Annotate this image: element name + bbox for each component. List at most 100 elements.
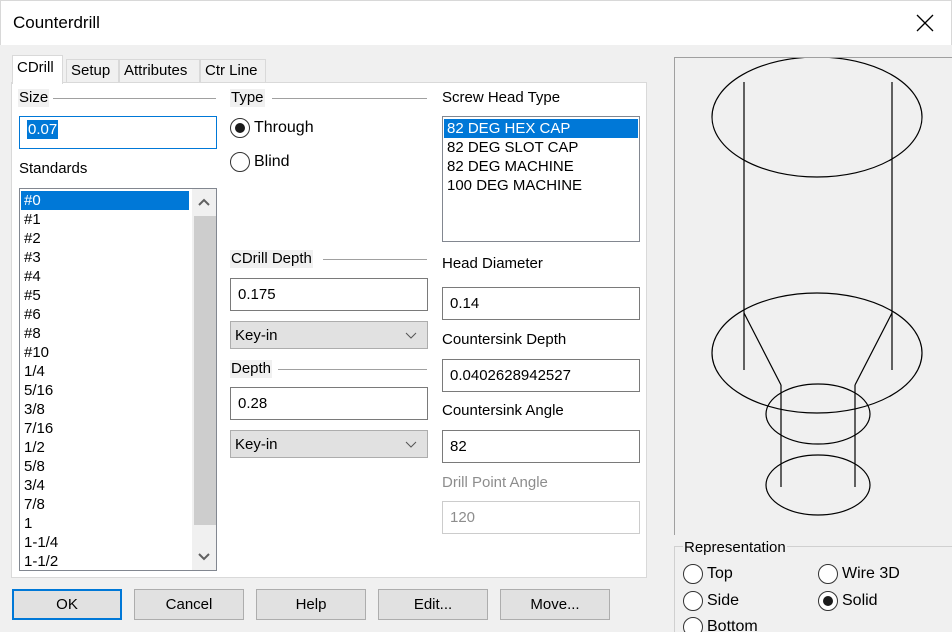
list-item[interactable]: #3	[21, 248, 189, 267]
tab-setup[interactable]: Setup	[66, 59, 119, 83]
size-label: Size	[18, 89, 50, 107]
counterdrill-preview	[674, 57, 952, 535]
depth-label: Depth	[230, 360, 273, 378]
list-item[interactable]: 82 DEG SLOT CAP	[444, 138, 638, 157]
list-item[interactable]: 1/4	[21, 362, 189, 381]
radio-circle	[818, 591, 838, 611]
radio-label: Wire 3D	[842, 565, 900, 582]
drill-point-angle-label: Drill Point Angle	[442, 474, 548, 491]
tab-label: Ctr Line	[205, 62, 258, 79]
list-item[interactable]: #2	[21, 229, 189, 248]
radio-through[interactable]: Through	[230, 117, 314, 139]
head-diameter-value: 0.14	[450, 295, 480, 312]
list-item[interactable]: 7/16	[21, 419, 189, 438]
close-icon[interactable]	[913, 11, 937, 35]
radio-label: Top	[707, 565, 733, 582]
radio-blind[interactable]: Blind	[230, 151, 290, 173]
radio-circle	[683, 591, 703, 611]
list-item[interactable]: 3/4	[21, 476, 189, 495]
head-diameter-label: Head Diameter	[442, 255, 543, 272]
screw-head-type-listbox[interactable]: 82 DEG HEX CAP 82 DEG SLOT CAP 82 DEG MACH…	[442, 116, 640, 242]
list-item[interactable]: #8	[21, 324, 189, 343]
select-value: Key-in	[235, 327, 278, 344]
type-label: Type	[230, 89, 265, 107]
scroll-down-icon[interactable]	[192, 544, 216, 568]
tab-label: CDrill	[17, 59, 54, 76]
move-button[interactable]: Move...	[500, 589, 610, 620]
cdrill-depth-input[interactable]: 0.175	[230, 278, 428, 311]
edit-button[interactable]: Edit...	[378, 589, 488, 620]
screw-head-type-label: Screw Head Type	[442, 89, 561, 106]
radio-circle	[230, 152, 250, 172]
cancel-button[interactable]: Cancel	[134, 589, 244, 620]
radio-top[interactable]: Top	[683, 563, 733, 585]
ok-button[interactable]: OK	[12, 589, 122, 620]
depth-input[interactable]: 0.28	[230, 387, 428, 420]
radio-wire-3d[interactable]: Wire 3D	[818, 563, 900, 585]
countersink-depth-label: Countersink Depth	[442, 331, 567, 348]
radio-label: Side	[707, 592, 740, 609]
window-title: Counterdrill	[13, 13, 100, 32]
cdrill-depth-divider	[323, 259, 427, 260]
cdrill-depth-value: 0.175	[238, 286, 276, 303]
countersink-angle-input[interactable]: 82	[442, 430, 640, 463]
list-item[interactable]: 3/8	[21, 400, 189, 419]
scroll-up-icon[interactable]	[192, 191, 216, 215]
tab-label: Attributes	[124, 62, 188, 79]
list-item[interactable]: 1/2	[21, 438, 189, 457]
list-item[interactable]: 100 DEG MACHINE	[444, 176, 638, 195]
type-divider	[272, 98, 427, 99]
counterdrill-wireframe	[711, 58, 923, 516]
tab-ctr-line[interactable]: Ctr Line	[200, 59, 266, 83]
radio-circle	[818, 564, 838, 584]
radio-circle	[683, 617, 703, 632]
depth-divider	[278, 369, 427, 370]
representation-label: Representation	[683, 539, 787, 557]
chevron-down-icon	[405, 332, 417, 339]
cdrill-depth-mode-select[interactable]: Key-in	[230, 321, 428, 349]
depth-value: 0.28	[238, 395, 268, 412]
list-item[interactable]: 1-1/4	[21, 533, 189, 552]
list-item[interactable]: #6	[21, 305, 189, 324]
list-item[interactable]: 1	[21, 514, 189, 533]
radio-label: Bottom	[707, 618, 758, 632]
radio-solid[interactable]: Solid	[818, 590, 878, 612]
standards-listbox[interactable]: #0 #1 #2 #3 #4 #5 #6 #8 #10 1/4 5/16 3/8 7/16 1/2 5/8 3…	[19, 188, 217, 571]
depth-mode-select[interactable]: Key-in	[230, 430, 428, 458]
list-item[interactable]: 5/16	[21, 381, 189, 400]
radio-side[interactable]: Side	[683, 590, 739, 612]
chevron-down-icon	[405, 441, 417, 448]
radio-label: Through	[254, 119, 314, 136]
cdrill-depth-label: CDrill Depth	[230, 250, 313, 268]
title-bar: Counterdrill	[0, 0, 952, 45]
radio-bottom[interactable]: Bottom	[683, 616, 758, 632]
list-item[interactable]: 82 DEG MACHINE	[444, 157, 638, 176]
size-input[interactable]: 0.07	[19, 116, 217, 149]
radio-label: Solid	[842, 592, 878, 609]
size-divider	[53, 98, 216, 99]
list-item[interactable]: #4	[21, 267, 189, 286]
scroll-thumb[interactable]	[194, 216, 216, 525]
size-value: 0.07	[27, 120, 59, 139]
head-diameter-input[interactable]: 0.14	[442, 287, 640, 320]
countersink-angle-label: Countersink Angle	[442, 402, 564, 419]
list-item[interactable]: 7/8	[21, 495, 189, 514]
countersink-depth-input[interactable]: 0.0402628942527	[442, 359, 640, 392]
list-item[interactable]: #0	[21, 191, 189, 210]
list-item[interactable]: #1	[21, 210, 189, 229]
drill-point-angle-value: 120	[450, 509, 476, 526]
list-item[interactable]: 1-1/2	[21, 552, 189, 570]
list-item[interactable]: #10	[21, 343, 189, 362]
cone-left-edge	[743, 312, 782, 386]
tab-attributes[interactable]: Attributes	[119, 59, 200, 83]
list-item[interactable]: 82 DEG HEX CAP	[444, 119, 638, 138]
cone-right-edge	[854, 312, 893, 386]
list-item[interactable]: #5	[21, 286, 189, 305]
tab-cdrill[interactable]: CDrill	[12, 55, 63, 84]
standards-scrollbar[interactable]	[192, 189, 216, 570]
countersink-depth-value: 0.0402628942527	[450, 367, 571, 384]
list-item[interactable]: 5/8	[21, 457, 189, 476]
select-value: Key-in	[235, 436, 278, 453]
radio-label: Blind	[254, 153, 290, 170]
help-button[interactable]: Help	[256, 589, 366, 620]
